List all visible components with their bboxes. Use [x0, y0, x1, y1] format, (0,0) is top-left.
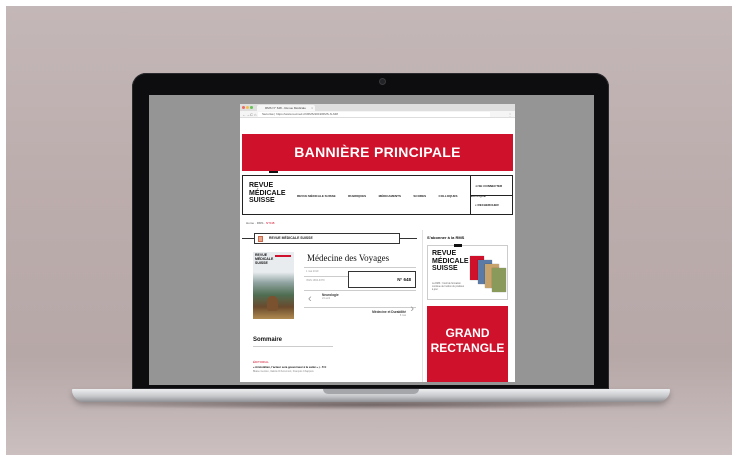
breadcrumb-rms[interactable]: RMS: [257, 221, 264, 225]
edito-article-link[interactable]: « Aristotélien, l’acteur sera gouverneur…: [253, 366, 326, 369]
sommaire-divider: [253, 346, 333, 347]
main-nav: REVUE MÉDICALE SUISSE RUBRIQUES MÉDICAME…: [297, 176, 494, 216]
subscribe-card[interactable]: REVUE MÉDICALE SUISSE La RMS : l’outil d…: [427, 244, 508, 300]
logo-line: SUISSE: [432, 265, 458, 272]
browser-menu-icon[interactable]: ⋮: [508, 111, 512, 118]
carousel-prev-icon[interactable]: ‹: [308, 294, 312, 305]
reload-icon[interactable]: C: [250, 111, 253, 118]
search-icon: ⌕: [475, 203, 477, 207]
laptop-lid-notch: [323, 389, 419, 394]
address-toolbar: ← → C ⌂ Sécurisé | https://www.revmed.ch…: [240, 111, 515, 118]
address-bar[interactable]: Sécurisé | https://www.revmed.ch/RMS/201…: [258, 112, 490, 117]
issue-cover-image[interactable]: REVUE MÉDICALE SUISSE: [253, 252, 294, 319]
issue-number: N° 648: [397, 277, 411, 282]
close-window-button[interactable]: [242, 106, 245, 109]
cover-red-band: [275, 255, 291, 257]
sidebar-divider: [422, 230, 423, 382]
subscribe-description: La RMS : l’outil de formation continue d…: [432, 283, 465, 291]
breadcrumb-home[interactable]: Home: [246, 221, 254, 225]
promo-line: RECTANGLE: [430, 341, 505, 355]
cover-line: SUISSE: [255, 260, 268, 265]
login-label: SE CONNECTER: [478, 184, 503, 188]
journal-icon: [258, 236, 263, 242]
edito-title: « Aristotélien, l’acteur sera gouverneur…: [253, 366, 319, 369]
carousel-next-icon[interactable]: ›: [410, 304, 414, 315]
carousel-item-date: 24 avril: [322, 297, 331, 300]
promo-line: GRAND: [445, 326, 490, 340]
section-bar-title: REVUE MÉDICALE SUISSE: [269, 236, 313, 240]
llama-figure: [267, 296, 278, 311]
breadcrumb-current: N°648: [266, 221, 275, 225]
site-logo[interactable]: REVUE MÉDICALE SUISSE: [249, 182, 286, 205]
nav-item-rms[interactable]: REVUE MÉDICALE SUISSE: [297, 176, 336, 216]
header-actions: ⇥ SE CONNECTER ⌕ RECHERCHER: [470, 176, 512, 214]
cover-title: REVUE MÉDICALE SUISSE: [255, 253, 273, 265]
login-button[interactable]: ⇥ SE CONNECTER: [475, 184, 502, 188]
search-button[interactable]: ⌕ RECHERCHER: [475, 203, 499, 207]
grand-rectangle-ad[interactable]: GRAND RECTANGLE: [427, 306, 508, 382]
magazine-stack-image: [492, 268, 506, 292]
main-banner-ad[interactable]: BANNIÈRE PRINCIPALE: [242, 134, 513, 171]
nav-item-colloques[interactable]: COLLOQUES: [439, 176, 458, 216]
section-bar: REVUE MÉDICALE SUISSE: [242, 233, 417, 244]
browser-tab-title: RMS N° 648 - Revue Médicale: [265, 106, 306, 110]
nav-item-medicaments[interactable]: MÉDICAMENTS: [379, 176, 401, 216]
breadcrumb: Home · RMS · N°648: [246, 221, 275, 225]
browser-tab-bar: RMS N° 648 - Revue Médicale ×: [240, 104, 515, 111]
edito-page: p. 869: [318, 366, 327, 369]
meta-divider: [304, 276, 348, 277]
home-icon[interactable]: ⌂: [254, 111, 256, 118]
meta-divider: [304, 267, 416, 268]
issue-date: 1 mai 2019: [306, 270, 319, 273]
logo-line: SUISSE: [249, 197, 275, 204]
banner-accent: [269, 171, 278, 173]
subscribe-heading: S’abonner à la RMS: [427, 235, 465, 240]
issue-carousel: ‹ Neurologie 24 avril: [304, 290, 416, 308]
search-label: RECHERCHER: [477, 203, 499, 207]
nav-item-rubriques[interactable]: RUBRIQUES: [348, 176, 366, 216]
photo-backdrop: RMS N° 648 - Revue Médicale × ← → C ⌂ Sé…: [6, 6, 732, 455]
browser-window: RMS N° 648 - Revue Médicale × ← → C ⌂ Sé…: [240, 104, 515, 382]
minimize-window-button[interactable]: [246, 106, 249, 109]
edito-authors: Blaise Genton, Valérie D'Acremont, Franç…: [253, 370, 314, 373]
edito-label: ÉDITORIAL: [253, 360, 269, 364]
camera-icon: [380, 79, 385, 84]
issue-number-box: N° 648: [348, 271, 416, 288]
issue-issn: ISSN 1660-9379: [306, 279, 325, 282]
subscribe-logo: REVUE MÉDICALE SUISSE: [432, 250, 469, 273]
logo-line: MÉDICALE: [249, 189, 286, 197]
issue-carousel-row2: Médecine et Durabilité 8 mai ›: [304, 304, 416, 323]
maximize-window-button[interactable]: [250, 106, 253, 109]
logo-line: REVUE: [432, 250, 457, 257]
site-header: REVUE MÉDICALE SUISSE REVUE MÉDICALE SUI…: [242, 175, 513, 215]
subscribe-accent: [454, 244, 462, 247]
issue-title: Médecine des Voyages: [307, 253, 390, 263]
section-bar-box: REVUE MÉDICALE SUISSE: [254, 233, 400, 244]
logo-line: MÉDICALE: [432, 257, 469, 265]
nav-item-scores[interactable]: SCORES: [413, 176, 426, 216]
sommaire-heading: Sommaire: [253, 337, 283, 343]
header-divider: [471, 195, 512, 196]
logo-line: REVUE: [249, 182, 274, 189]
carousel-item-date: 8 mai: [399, 314, 406, 317]
